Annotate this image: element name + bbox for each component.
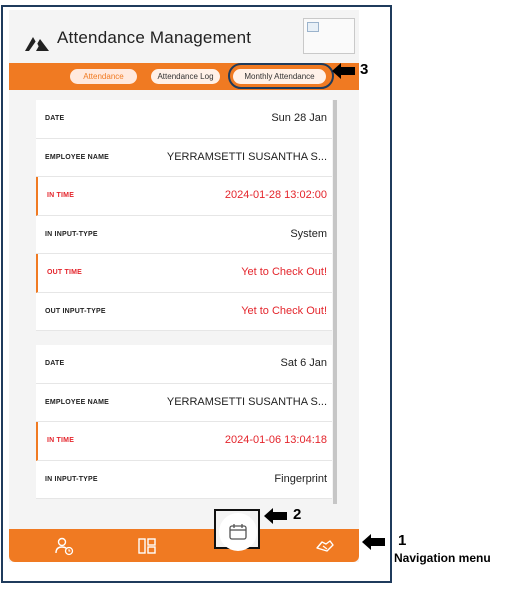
in-input-type-label: IN INPUT-TYPE (45, 230, 98, 238)
app-screen: Attendance Management Attendance Attenda… (9, 10, 359, 562)
calendar-icon (229, 524, 247, 540)
layout-grid-icon[interactable] (137, 536, 157, 556)
attendance-record-list[interactable]: DATE Sun 28 Jan EMPLOYEE NAME YERRAMSETT… (36, 100, 332, 504)
out-time-value: Yet to Check Out! (241, 266, 327, 278)
broken-image-icon (303, 18, 355, 54)
record-row-out-time: OUT TIME Yet to Check Out! (36, 254, 332, 293)
date-value: Sun 28 Jan (271, 112, 327, 124)
arrow-left-icon (332, 63, 355, 79)
in-time-label: IN TIME (47, 437, 75, 444)
tab-bar: Attendance Attendance Log Monthly Attend… (9, 63, 359, 90)
annotation-marker-2: 2 (293, 506, 302, 523)
annotation-marker-1: 1 (398, 532, 407, 549)
card-separator (36, 331, 332, 345)
in-time-value: 2024-01-06 13:04:18 (224, 434, 327, 446)
app-logo-icon (25, 37, 49, 51)
in-input-type-label: IN INPUT-TYPE (45, 475, 98, 483)
annotation-box-calendar (214, 509, 260, 551)
list-scrollbar[interactable] (333, 100, 337, 504)
date-label: DATE (45, 115, 65, 122)
record-row-in-input-type: IN INPUT-TYPE Fingerprint (36, 460, 332, 499)
out-input-type-label: OUT INPUT-TYPE (45, 307, 106, 315)
arrow-left-icon (362, 534, 385, 550)
record-row-employee: EMPLOYEE NAME YERRAMSETTI SUSANTHA S... (36, 383, 332, 422)
record-row-employee: EMPLOYEE NAME YERRAMSETTI SUSANTHA S... (36, 138, 332, 177)
in-time-value: 2024-01-28 13:02:00 (224, 189, 327, 201)
date-value: Sat 6 Jan (280, 357, 327, 369)
out-time-label: OUT TIME (47, 269, 83, 276)
date-label: DATE (45, 360, 65, 367)
employee-name-value: YERRAMSETTI SUSANTHA S... (166, 150, 327, 163)
app-header: Attendance Management (9, 10, 359, 62)
annotation-highlight-ring (228, 63, 334, 89)
user-clock-icon[interactable] (54, 536, 74, 556)
out-input-type-value: Yet to Check Out! (241, 304, 327, 317)
tab-attendance-log[interactable]: Attendance Log (151, 69, 220, 84)
in-input-type-value: System (290, 227, 327, 240)
arrow-left-icon (264, 508, 287, 524)
record-row-date: DATE Sun 28 Jan (36, 100, 332, 139)
annotation-caption-navigation-menu: Navigation menu (394, 551, 491, 565)
navigation-menu (9, 529, 359, 562)
in-time-label: IN TIME (47, 192, 75, 199)
employee-name-value: YERRAMSETTI SUSANTHA S... (166, 395, 327, 408)
app-title: Attendance Management (57, 28, 252, 47)
calendar-button[interactable] (219, 513, 257, 551)
record-row-in-time: IN TIME 2024-01-06 13:04:18 (36, 422, 332, 461)
employee-name-label: EMPLOYEE NAME (45, 398, 110, 406)
employee-name-label: EMPLOYEE NAME (45, 153, 110, 161)
tab-attendance[interactable]: Attendance (70, 69, 137, 84)
record-row-date: DATE Sat 6 Jan (36, 345, 332, 384)
in-input-type-value: Fingerprint (274, 472, 327, 485)
handshake-icon[interactable] (315, 536, 335, 556)
screenshot-frame: Attendance Management Attendance Attenda… (1, 5, 392, 583)
annotation-marker-3: 3 (360, 61, 369, 78)
record-row-in-time: IN TIME 2024-01-28 13:02:00 (36, 177, 332, 216)
record-row-out-input-type: OUT INPUT-TYPE Yet to Check Out! (36, 292, 332, 331)
record-row-in-input-type: IN INPUT-TYPE System (36, 215, 332, 254)
